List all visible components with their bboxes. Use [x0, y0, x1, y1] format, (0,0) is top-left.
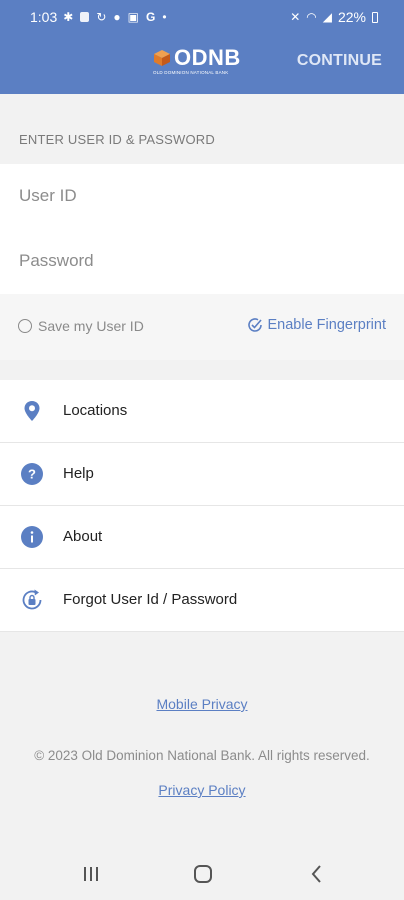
signal-icon: ◢	[322, 10, 332, 24]
logo-cube-icon	[154, 50, 170, 66]
dot-icon: •	[162, 10, 167, 24]
gallery-icon: ▣	[127, 10, 139, 24]
status-bar: 1:03 ✱ ↻ ● ▣ G • ✕ ◠ ◢ 22%	[0, 0, 404, 34]
save-user-id-label: Save my User ID	[38, 318, 144, 334]
logo-text: ODNB	[174, 45, 241, 70]
menu-item-label: Help	[63, 465, 94, 482]
mute-icon: ✕	[290, 10, 301, 24]
menu-item-about[interactable]: About	[0, 506, 404, 569]
save-user-id-radio[interactable]	[18, 319, 32, 333]
battery-text: 22%	[337, 9, 366, 25]
copyright-text: © 2023 Old Dominion National Bank. All r…	[34, 748, 370, 763]
recents-icon[interactable]	[79, 862, 103, 886]
login-form: Save my User ID Enable Fingerprint	[0, 164, 404, 360]
section-title: ENTER USER ID & PASSWORD	[19, 132, 215, 147]
settings-icon: ✱	[63, 10, 74, 24]
system-nav-bar	[0, 848, 404, 900]
bank-logo: ODNB OLD DOMINION NATIONAL BANK	[153, 45, 241, 76]
status-time: 1:03	[30, 9, 58, 25]
google-icon: G	[145, 10, 156, 24]
person-icon: ●	[113, 10, 121, 24]
question-icon: ?	[21, 463, 43, 485]
login-options-row: Save my User ID Enable Fingerprint	[0, 294, 404, 360]
mobile-privacy-link[interactable]: Mobile Privacy	[0, 696, 404, 712]
check-circle-icon	[247, 318, 262, 332]
home-icon[interactable]	[191, 862, 215, 886]
wifi-icon: ◠	[306, 10, 317, 24]
login-section-header: ENTER USER ID & PASSWORD	[0, 94, 404, 164]
menu-item-help[interactable]: ? Help	[0, 443, 404, 506]
enable-fingerprint-label: Enable Fingerprint	[267, 317, 387, 333]
user-id-input[interactable]	[0, 164, 404, 228]
logo-subtext: OLD DOMINION NATIONAL BANK	[153, 70, 229, 75]
sim-icon	[80, 12, 90, 22]
info-icon	[21, 526, 43, 548]
back-icon[interactable]	[305, 862, 329, 886]
password-input[interactable]	[0, 229, 404, 293]
svg-text:?: ?	[28, 467, 36, 482]
menu-item-label: About	[63, 528, 103, 545]
app-bar: ODNB OLD DOMINION NATIONAL BANK CONTINUE	[0, 34, 404, 94]
location-pin-icon	[24, 401, 40, 421]
reset-lock-icon	[22, 589, 42, 610]
enable-fingerprint-button[interactable]: Enable Fingerprint	[247, 317, 387, 333]
battery-icon	[372, 11, 378, 23]
menu-item-label: Locations	[63, 402, 128, 419]
sync-icon: ↻	[96, 10, 107, 24]
privacy-policy-link[interactable]: Privacy Policy	[0, 782, 404, 798]
menu-list: Locations ? Help About Forgot User Id / …	[0, 380, 404, 632]
status-icons-left: ✱ ↻ ● ▣ G •	[63, 10, 166, 24]
save-user-id-toggle[interactable]: Save my User ID	[18, 318, 144, 334]
menu-item-forgot-credentials[interactable]: Forgot User Id / Password	[0, 569, 404, 632]
status-icons-right: ✕ ◠ ◢ 22%	[290, 9, 378, 25]
menu-item-label: Forgot User Id / Password	[63, 591, 238, 608]
continue-button[interactable]: CONTINUE	[297, 52, 382, 70]
menu-item-locations[interactable]: Locations	[0, 380, 404, 443]
